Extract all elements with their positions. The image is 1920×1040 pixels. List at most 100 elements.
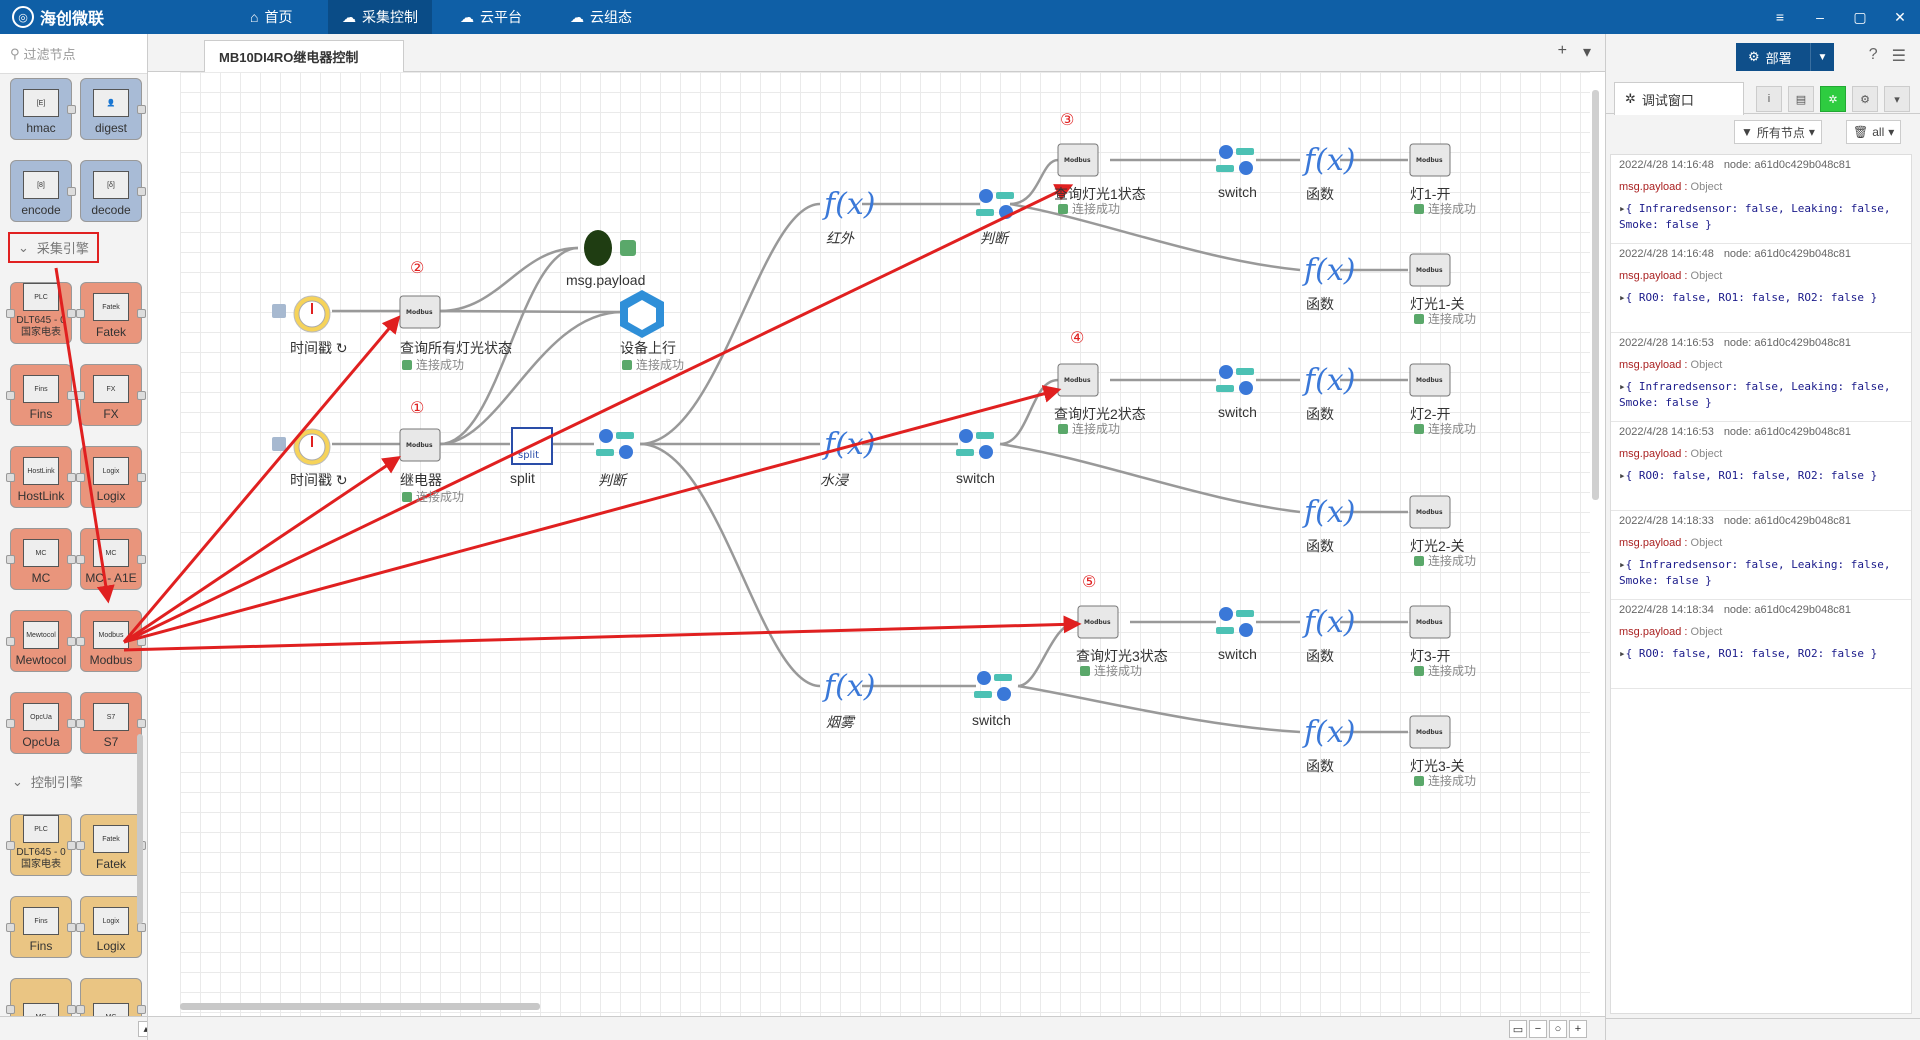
- palette-node-mc-a1e[interactable]: MC MC - A1E: [76, 528, 146, 590]
- tab-menu-button[interactable]: ▾: [1583, 42, 1591, 62]
- label-timestamp-1[interactable]: 时间戳 ↻: [290, 338, 348, 358]
- label-sw2[interactable]: switch: [1218, 404, 1257, 420]
- palette-node-modbus[interactable]: Modbus Modbus: [76, 610, 146, 672]
- palette-node-control-dlt645[interactable]: PLC DLT645 - 0 国家电表: [6, 814, 76, 876]
- debug-filter-nodes[interactable]: ▼ 所有节点 ▾: [1734, 120, 1822, 144]
- palette-node-encode[interactable]: [8] encode: [10, 160, 76, 222]
- gear-icon[interactable]: ⚙: [1852, 86, 1878, 112]
- debug-active-icon[interactable]: ✲: [1820, 86, 1846, 112]
- palette-node-hmac[interactable]: [E] hmac: [10, 78, 76, 140]
- palette-node-hostlink[interactable]: HostLink HostLink: [6, 446, 76, 508]
- brand-logo-icon: ◎: [12, 6, 34, 28]
- deploy-button[interactable]: ⚙ 部署 ▼: [1736, 43, 1834, 71]
- status-l1on: 连接成功: [1414, 200, 1476, 217]
- info-icon[interactable]: i: [1756, 86, 1782, 112]
- palette-scrollbar[interactable]: [137, 734, 143, 924]
- chevron-down-icon: ▾: [1808, 125, 1815, 139]
- plc-icon: Fins: [23, 375, 59, 403]
- status-l2on: 连接成功: [1414, 420, 1476, 437]
- label-smoke[interactable]: 烟雾: [826, 712, 854, 732]
- debug-message[interactable]: 2022/4/28 14:16:48 node: a61d0c429b048c81…: [1611, 155, 1911, 244]
- label-infrared[interactable]: 红外: [826, 228, 854, 248]
- canvas-hscrollbar[interactable]: [180, 1003, 540, 1010]
- label-judge-2[interactable]: 判断: [980, 228, 1008, 248]
- nav-cloud-config[interactable]: ☁ 云组态: [556, 0, 646, 34]
- debug-message[interactable]: 2022/4/28 14:18:34 node: a61d0c429b048c81…: [1611, 600, 1911, 689]
- label-split[interactable]: split: [510, 470, 535, 486]
- label-query-all[interactable]: 查询所有灯光状态: [400, 338, 512, 358]
- label-debug[interactable]: msg.payload: [566, 272, 645, 288]
- deploy-dropdown-icon[interactable]: ▼: [1810, 43, 1834, 71]
- main-menu-icon[interactable]: ☰: [1892, 46, 1906, 66]
- category-control-engine[interactable]: ⌄ 控制引擎: [12, 772, 83, 791]
- label-switch-flood[interactable]: switch: [956, 470, 995, 486]
- nav-collect-control[interactable]: ☁ 采集控制: [328, 0, 432, 34]
- palette-node-mc[interactable]: MC MC: [6, 528, 76, 590]
- label-fn2a[interactable]: 函数: [1306, 404, 1334, 424]
- status-l1off: 连接成功: [1414, 310, 1476, 327]
- nav-cloud-platform[interactable]: ☁ 云平台: [446, 0, 536, 34]
- category-collect-engine[interactable]: ⌄ 采集引擎: [8, 232, 99, 263]
- zoom-out-button[interactable]: −: [1529, 1020, 1547, 1038]
- label-timestamp-2[interactable]: 时间戳 ↻: [290, 470, 348, 490]
- label-fn3b[interactable]: 函数: [1306, 756, 1334, 776]
- label-switch-smoke[interactable]: switch: [972, 712, 1011, 728]
- palette-footer: ▴ ▾: [0, 1016, 147, 1040]
- palette-node-fins[interactable]: Fins Fins: [6, 364, 76, 426]
- book-icon[interactable]: ▤: [1788, 86, 1814, 112]
- tab-debug[interactable]: ✲ 调试窗口: [1614, 82, 1744, 115]
- label-sw3[interactable]: switch: [1218, 646, 1257, 662]
- palette-node-control-fatek[interactable]: Fatek Fatek: [76, 814, 146, 876]
- close-button[interactable]: ✕: [1880, 0, 1920, 34]
- palette-node-logix[interactable]: Logix Logix: [76, 446, 146, 508]
- palette-filter-input[interactable]: 过滤节点: [24, 44, 76, 63]
- debug-messages: 2022/4/28 14:16:48 node: a61d0c429b048c81…: [1610, 154, 1912, 1014]
- label-upload[interactable]: 设备上行: [620, 338, 676, 358]
- label-flood[interactable]: 水浸: [820, 470, 848, 490]
- palette-node-control-logix[interactable]: Logix Logix: [76, 896, 146, 958]
- palette-node-control-fins[interactable]: Fins Fins: [6, 896, 76, 958]
- plc-icon: Logix: [93, 907, 129, 935]
- label-sw1[interactable]: switch: [1218, 184, 1257, 200]
- debug-message[interactable]: 2022/4/28 14:16:53 node: a61d0c429b048c81…: [1611, 422, 1911, 511]
- maximize-button[interactable]: ▢: [1840, 0, 1880, 34]
- tab-flow[interactable]: MB10DI4RO继电器控制: [204, 40, 404, 72]
- palette-node-opcua[interactable]: OpcUa OpcUa: [6, 692, 76, 754]
- help-icon[interactable]: ?: [1869, 46, 1878, 66]
- palette-node-digest[interactable]: 👤 digest: [80, 78, 146, 140]
- minimize-button[interactable]: –: [1800, 0, 1840, 34]
- label-judge-1[interactable]: 判断: [598, 470, 626, 490]
- search-icon: ⚲: [10, 45, 20, 61]
- cloud-gear-icon: ☁: [342, 8, 356, 25]
- debug-message[interactable]: 2022/4/28 14:16:48 node: a61d0c429b048c81…: [1611, 244, 1911, 333]
- debug-message[interactable]: 2022/4/28 14:16:53 node: a61d0c429b048c81…: [1611, 333, 1911, 422]
- plc-icon: Fins: [23, 907, 59, 935]
- palette-node-fx[interactable]: FX FX: [76, 364, 146, 426]
- debug-message[interactable]: 2022/4/28 14:18:33 node: a61d0c429b048c81…: [1611, 511, 1911, 600]
- nav-home[interactable]: ⌂ 首页: [236, 0, 306, 34]
- palette-node-fatek[interactable]: Fatek Fatek: [76, 282, 146, 344]
- zoom-reset-button[interactable]: ○: [1549, 1020, 1567, 1038]
- collapse-all-icon[interactable]: ▴: [138, 1021, 147, 1037]
- label-relay[interactable]: 继电器: [400, 470, 442, 490]
- debug-clear-button[interactable]: 🗑 all ▾: [1846, 120, 1902, 144]
- annotation-4: ④: [1070, 330, 1085, 347]
- label-fn1b[interactable]: 函数: [1306, 294, 1334, 314]
- flow-canvas[interactable]: [180, 72, 1590, 1016]
- palette-node-s7[interactable]: S7 S7: [76, 692, 146, 754]
- palette-node-decode[interactable]: [δ] decode: [80, 160, 146, 222]
- label-fn3a[interactable]: 函数: [1306, 646, 1334, 666]
- home-icon: ⌂: [250, 9, 259, 25]
- label-fn1a[interactable]: 函数: [1306, 184, 1334, 204]
- palette-node-mewtocol[interactable]: Mewtocol Mewtocol: [6, 610, 76, 672]
- zoom-in-button[interactable]: +: [1569, 1020, 1587, 1038]
- brand[interactable]: ◎ 海创微联: [12, 0, 104, 34]
- palette-node-dlt645[interactable]: PLC DLT645 - 0 国家电表: [6, 282, 76, 344]
- label-fn2b[interactable]: 函数: [1306, 536, 1334, 556]
- canvas-vscrollbar[interactable]: [1592, 90, 1599, 500]
- chevron-down-icon[interactable]: ▾: [1884, 86, 1910, 112]
- map-icon[interactable]: ▭: [1509, 1020, 1527, 1038]
- add-tab-button[interactable]: +: [1558, 42, 1567, 62]
- palette-filter[interactable]: ⚲ 过滤节点: [0, 34, 147, 74]
- menu-icon[interactable]: ≡: [1760, 0, 1800, 34]
